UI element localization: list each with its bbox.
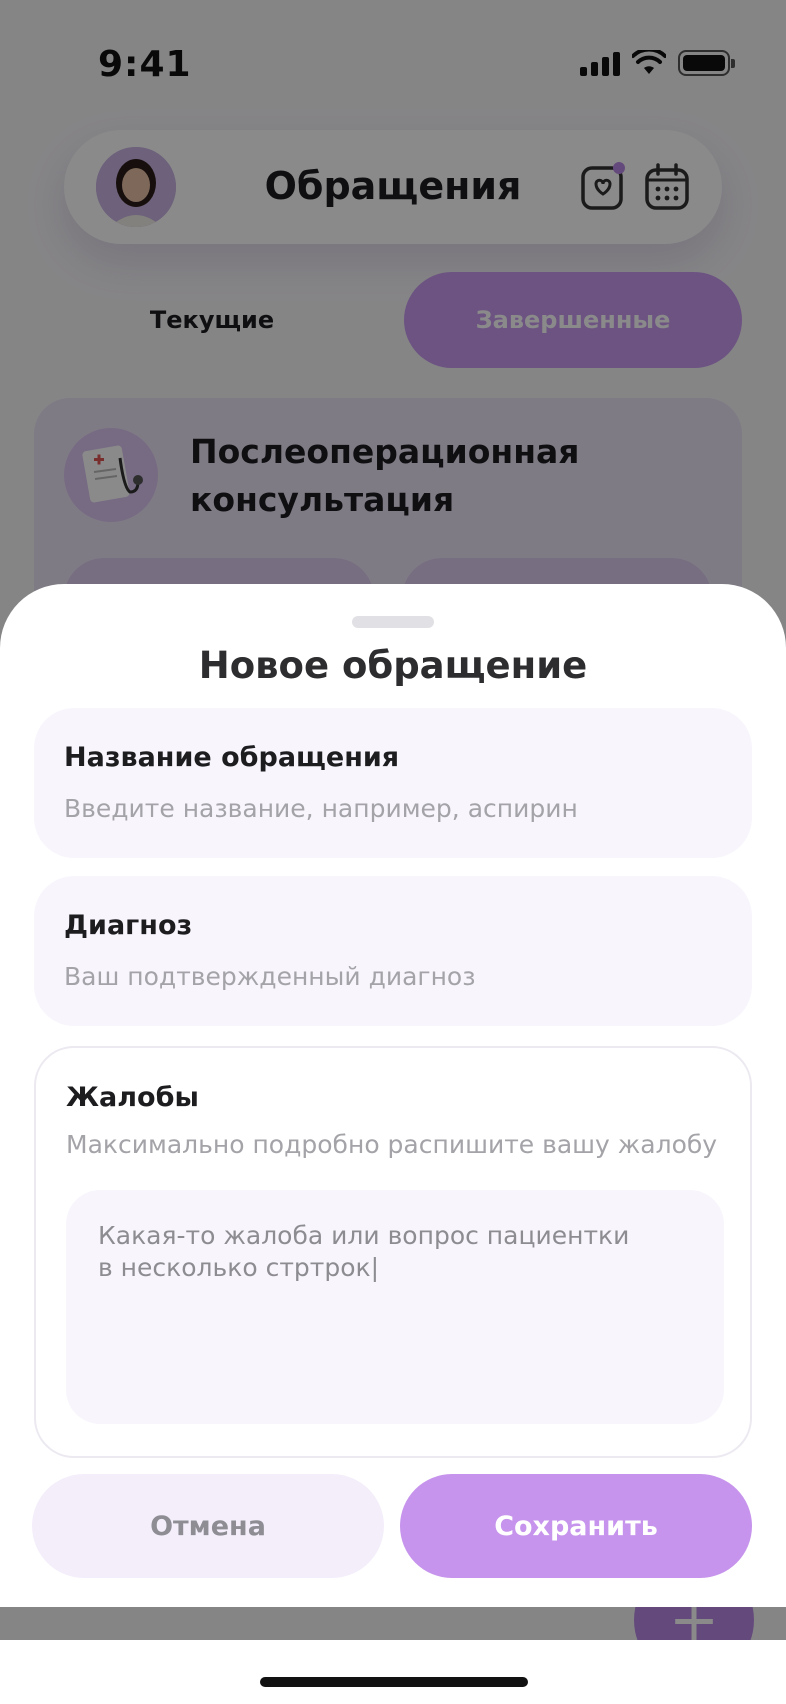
- diagnosis-input[interactable]: Ваш подтвержденный диагноз: [64, 962, 476, 991]
- complaints-field: Жалобы Максимально подробно распишите ва…: [34, 1046, 752, 1458]
- sheet-grabber[interactable]: [352, 616, 434, 628]
- complaints-textarea[interactable]: Какая-то жалоба или вопрос пациентки в н…: [66, 1190, 724, 1424]
- diagnosis-label: Диагноз: [64, 910, 193, 941]
- diagnosis-field[interactable]: Диагноз Ваш подтвержденный диагноз: [34, 876, 752, 1026]
- save-button[interactable]: Сохранить: [400, 1474, 752, 1578]
- appeal-name-label: Название обращения: [64, 742, 400, 773]
- new-appeal-sheet: Новое обращение Название обращения Введи…: [0, 584, 786, 1607]
- cancel-button[interactable]: Отмена: [32, 1474, 384, 1578]
- complaints-hint: Максимально подробно распишите вашу жало…: [66, 1130, 718, 1159]
- appeal-name-input[interactable]: Введите название, например, аспирин: [64, 794, 578, 823]
- complaints-label: Жалобы: [66, 1082, 199, 1113]
- appeal-name-field[interactable]: Название обращения Введите название, нап…: [34, 708, 752, 858]
- sheet-title: Новое обращение: [198, 644, 588, 687]
- home-indicator: [260, 1677, 528, 1687]
